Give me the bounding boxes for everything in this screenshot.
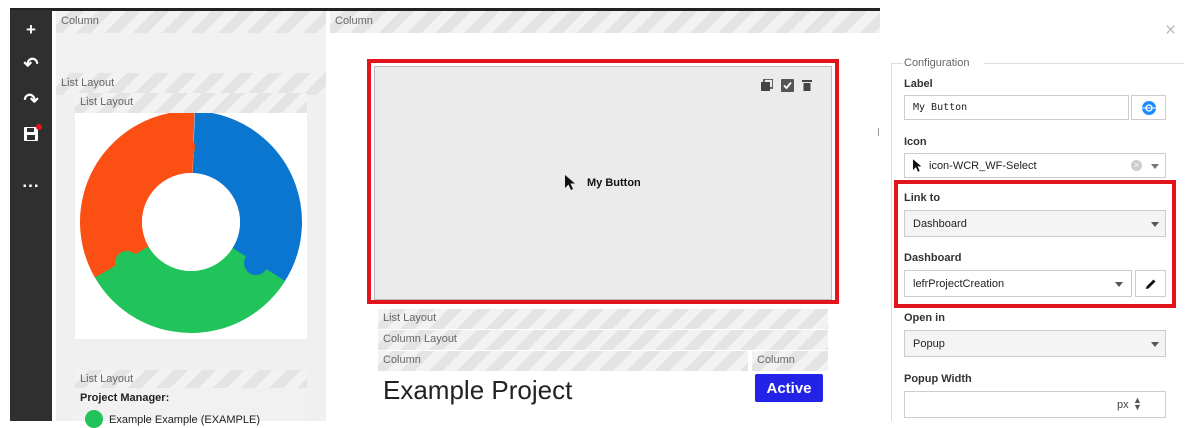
redo-icon[interactable]: ↷ (10, 86, 52, 114)
icon-select[interactable]: icon-WCR_WF-Select × (904, 153, 1166, 178)
project-title: Example Project (383, 375, 573, 405)
left-column-body (56, 33, 326, 73)
globe-icon (1141, 100, 1156, 115)
left-column-label: Column (61, 15, 99, 27)
list-layout-outer-label: List Layout (61, 77, 115, 89)
popup-width-title: Popup Width (904, 373, 972, 385)
logo-image-container (75, 110, 307, 339)
list-layout-inner: List Layout (75, 93, 307, 113)
puzzle-logo (79, 110, 302, 333)
column-b: Column (752, 351, 828, 371)
translate-button[interactable] (1131, 95, 1166, 120)
list-layout-bottom: List Layout (75, 370, 307, 388)
manager-name: Example Example (EXAMPLE) (109, 414, 260, 426)
chevron-down-icon[interactable] (1151, 342, 1159, 347)
add-icon[interactable]: + (10, 16, 52, 44)
splitter-mark (878, 128, 881, 136)
center-column-label: Column (335, 15, 373, 27)
list-layout-inner-label: List Layout (80, 96, 134, 108)
fieldset-border-top-a (891, 63, 903, 64)
fieldset-border-left (891, 63, 892, 421)
center-column-header: Column (330, 11, 880, 33)
status-badge: Active (755, 374, 823, 402)
column-layout-label: Column Layout (383, 333, 457, 345)
save-icon[interactable] (10, 120, 52, 148)
more-icon[interactable]: ... (10, 168, 52, 196)
project-manager-label: Project Manager: (80, 392, 170, 404)
configuration-legend: Configuration (904, 57, 970, 69)
chevron-down-icon[interactable] (1151, 164, 1159, 169)
highlight-link-config (894, 180, 1176, 308)
project-manager-section: Project Manager: Example Example (EXAMPL… (75, 388, 307, 428)
icon-select-value: icon-WCR_WF-Select (929, 159, 1037, 172)
list-layout-bottom-label: List Layout (80, 373, 134, 385)
fieldset-border-top-b (984, 63, 1184, 64)
popup-width-unit: px (1117, 399, 1129, 411)
open-in-title: Open in (904, 312, 945, 324)
open-in-value: Popup (913, 337, 945, 350)
close-icon[interactable]: × (1165, 20, 1176, 42)
stepper-icon[interactable]: ▲ ▼ (1133, 396, 1142, 412)
clear-icon[interactable]: × (1131, 160, 1142, 171)
center-list-layout: List Layout (378, 309, 828, 329)
label-title: Label (904, 78, 933, 90)
open-in-select[interactable]: Popup (904, 330, 1166, 357)
undo-icon[interactable]: ↶ (10, 50, 52, 78)
column-a: Column (378, 351, 748, 371)
left-column-header: Column (56, 11, 326, 33)
popup-width-input[interactable]: px ▲ ▼ (904, 391, 1166, 418)
avatar (85, 410, 103, 428)
column-layout: Column Layout (378, 330, 828, 350)
center-list-layout-label: List Layout (383, 312, 437, 324)
column-b-label: Column (757, 354, 795, 366)
editor-toolbar: + ↶ ↷ ... (10, 10, 52, 421)
icon-title: Icon (904, 136, 927, 148)
unsaved-dot (36, 124, 42, 130)
cursor-select-icon (913, 159, 922, 172)
column-a-label: Column (383, 354, 421, 366)
label-input[interactable]: My Button (904, 95, 1129, 120)
list-layout-outer: List Layout (56, 73, 326, 95)
project-title-cell: Example Project (378, 371, 748, 421)
highlight-button-preview (367, 59, 839, 304)
